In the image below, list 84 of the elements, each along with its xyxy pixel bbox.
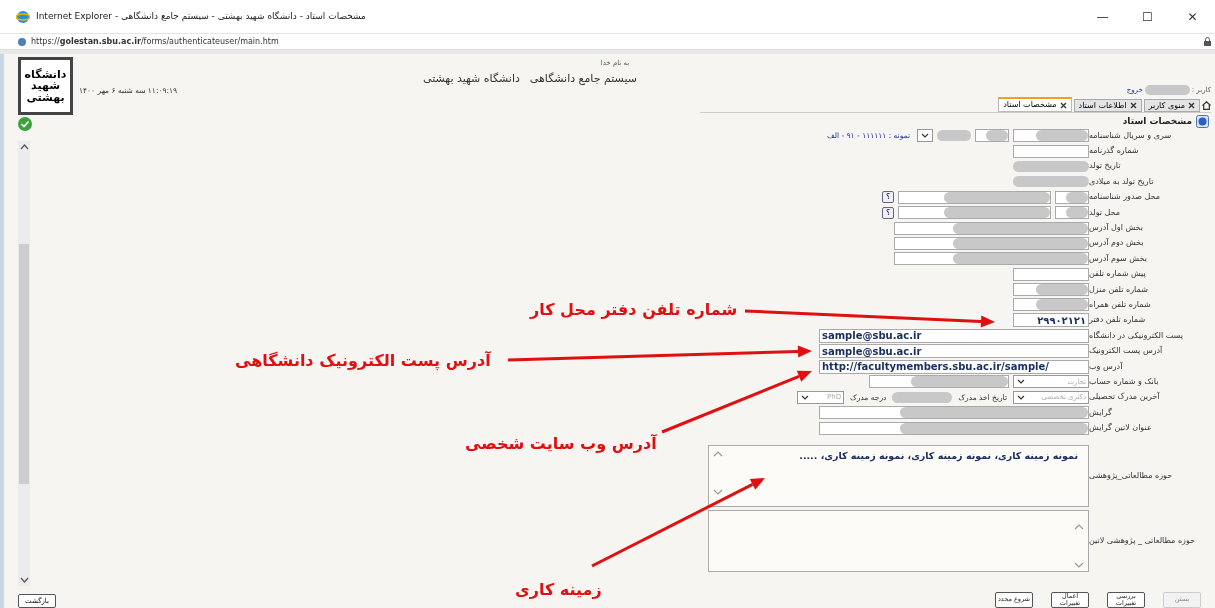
field-label: پست الکترونیکی در دانشگاه	[1089, 329, 1184, 342]
scrollbar[interactable]	[18, 141, 30, 586]
close-icon[interactable]	[1059, 101, 1067, 109]
text-area[interactable]: نمونه زمینه کاری، نمونه زمینه کاری، نمونه زمینه کاری، .....	[708, 444, 1089, 507]
field-label: گرایش	[1089, 406, 1113, 419]
text-field[interactable]	[1055, 206, 1089, 220]
text-field[interactable]	[894, 252, 1089, 266]
text-field[interactable]	[1013, 298, 1089, 312]
field-label: سری و سریال شناسنامه	[1089, 129, 1173, 142]
redacted-value	[892, 391, 953, 403]
redacted-value	[1144, 85, 1190, 95]
home-icon[interactable]	[1202, 101, 1211, 110]
field-label: بخش سوم آدرس	[1089, 252, 1148, 265]
text-field[interactable]	[898, 190, 1051, 204]
text-field[interactable]: http://facultymembers.sbu.ac.ir/sample/	[819, 359, 1089, 374]
field-label: آخرین مدرک تحصیلی	[1089, 391, 1161, 404]
caret-icon[interactable]	[1017, 379, 1025, 385]
field-label: شماره تلفن همراه	[1089, 299, 1152, 311]
redacted-value	[937, 130, 971, 142]
field-label: بخش اول آدرس	[1089, 222, 1144, 235]
scroll-up-icon[interactable]	[19, 144, 29, 150]
text-field[interactable]	[1013, 283, 1089, 297]
field-label: بخش دوم آدرس	[1089, 237, 1145, 250]
help-icon[interactable]	[1196, 115, 1209, 128]
system-title: سیستم جامع دانشگاهی	[529, 70, 637, 87]
field-label: تاریخ تولد	[1089, 160, 1122, 173]
text-field[interactable]	[898, 206, 1051, 220]
text-field[interactable]	[819, 406, 1089, 420]
help-button[interactable]: ؟	[882, 206, 894, 219]
field-label: محل تولد	[1089, 206, 1122, 219]
address-field[interactable]: https://golestan.sbu.ac.ir/forms/authenticateuser/main.htm	[31, 35, 279, 48]
scroll-arrows-icon[interactable]	[713, 449, 723, 496]
annotation-label: آدرس پست الکترونیک دانشگاهی	[235, 350, 491, 373]
section-title: مشخصات استاد	[1122, 114, 1192, 128]
text-field[interactable]	[869, 375, 1009, 389]
browser-logo-icon	[16, 9, 30, 24]
caret-icon[interactable]	[921, 133, 929, 139]
tab[interactable]: مشخصات استاد	[998, 97, 1072, 112]
scroll-down-icon[interactable]	[19, 577, 29, 583]
check-icon	[18, 117, 32, 131]
help-button[interactable]: ؟	[882, 191, 894, 204]
text-field[interactable]	[894, 221, 1089, 235]
text-field[interactable]: ۲۹۹۰۲۱۲۱	[1013, 313, 1089, 328]
scroll-arrows-icon[interactable]	[1074, 522, 1084, 569]
lock-icon	[1204, 37, 1211, 46]
close-icon[interactable]	[1188, 102, 1195, 109]
university-logo: دانشگاه شهید بهشتی	[18, 57, 73, 115]
window-control-button[interactable]: —	[1080, 0, 1125, 34]
field-label: شماره گذرنامه	[1089, 145, 1140, 158]
university-name: دانشگاه شهید بهشتی	[423, 70, 520, 87]
text-area[interactable]	[708, 509, 1089, 572]
text-field[interactable]: sample@sbu.ac.ir	[819, 328, 1089, 343]
tab[interactable]: اطلاعات استاد	[1073, 99, 1142, 112]
annotation-label: زمینه کاری	[515, 579, 602, 601]
dropdown[interactable]	[917, 129, 933, 143]
field-label: شماره تلفن منزل	[1089, 283, 1149, 296]
text-field[interactable]	[1013, 129, 1089, 143]
field-label: بانک و شماره حساب	[1089, 375, 1160, 388]
annotation-label: آدرس وب سایت شخصی	[465, 433, 657, 455]
text-field[interactable]	[1055, 190, 1089, 204]
field-label: شماره تلفن دفتر	[1089, 314, 1147, 327]
tab[interactable]: منوی کاربر	[1143, 99, 1200, 112]
scrollbar-thumb[interactable]	[19, 243, 29, 484]
text-field[interactable]	[975, 129, 1009, 143]
caret-icon[interactable]	[1017, 394, 1025, 400]
caret-icon[interactable]	[801, 394, 810, 400]
field-label: حوزه مطالعاتی _ پژوهشی لاتین	[1089, 534, 1197, 547]
window-title: مشخصات استاد - دانشگاه شهید بهشتی - سیستم جامع دانشگاهی - Internet Explorer	[36, 9, 366, 24]
text-field[interactable]	[1013, 267, 1089, 281]
text-field[interactable]	[894, 236, 1089, 250]
text-field[interactable]	[1013, 144, 1089, 158]
field-label: پیش شماره تلفن	[1089, 268, 1147, 281]
field-label: آدرس وب	[1089, 360, 1124, 373]
field-label: تاریخ تولد به میلادی	[1089, 175, 1155, 188]
window-control-button[interactable]: ✕	[1170, 0, 1215, 34]
field-label: عنوان لاتین گرایش	[1089, 422, 1153, 435]
text-field[interactable]: sample@sbu.ac.ir	[819, 344, 1089, 359]
close-icon[interactable]	[1129, 102, 1137, 109]
window-control-button[interactable]: ☐	[1125, 0, 1170, 34]
field-label: محل صدور شناسنامه	[1089, 191, 1161, 204]
field-label: آدرس پست الکترونیک	[1089, 345, 1164, 358]
field-label: حوزه مطالعاتی_پژوهشی	[1089, 469, 1174, 482]
annotation-label: شماره تلفن دفتر محل کار	[530, 299, 738, 321]
text-field[interactable]	[819, 421, 1089, 435]
